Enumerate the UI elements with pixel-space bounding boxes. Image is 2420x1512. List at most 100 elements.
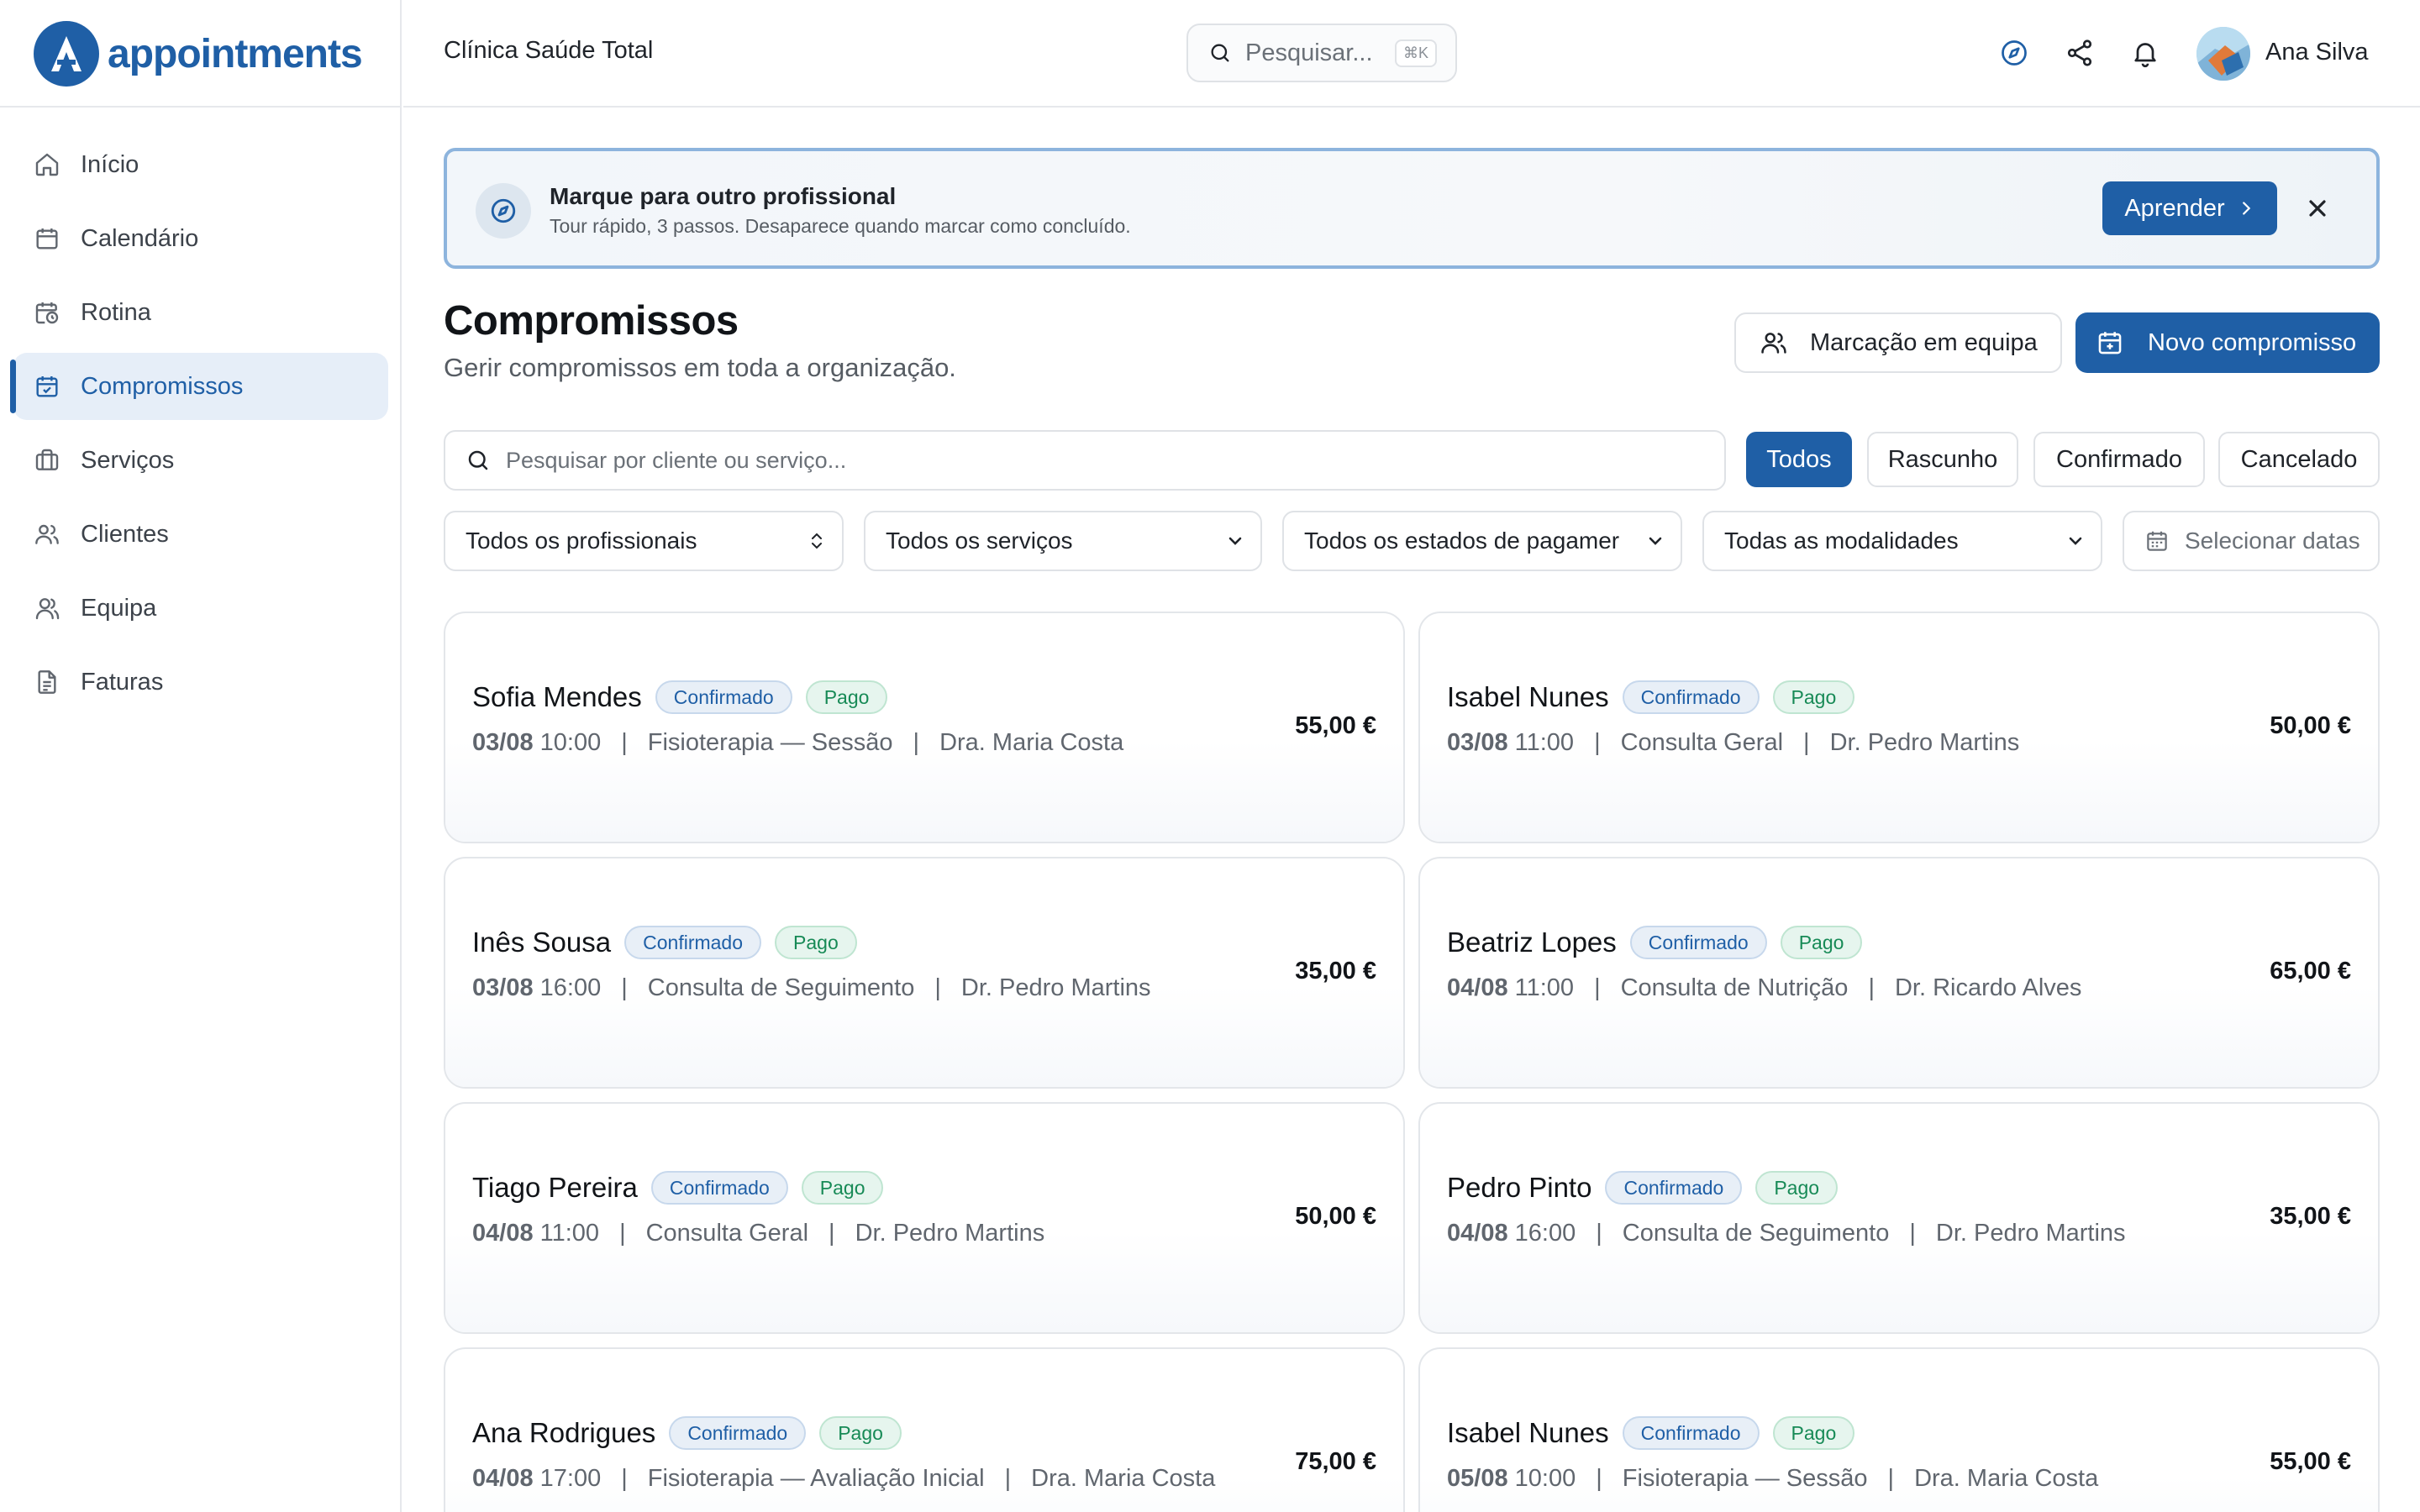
calendar-icon xyxy=(2147,531,2167,551)
chevron-down-icon xyxy=(2069,537,2082,545)
document-icon xyxy=(38,670,56,694)
chevron-down-icon xyxy=(1228,537,1242,545)
global-search[interactable]: Pesquisar... ⌘K xyxy=(1186,24,1457,82)
appointment-card[interactable]: Isabel Nunes Confirmado Pago 05/08 10:00… xyxy=(1418,1347,2380,1512)
separator: | xyxy=(621,974,628,1001)
sidebar-item-servicos[interactable]: Serviços xyxy=(13,427,388,494)
date-range-picker[interactable]: Selecionar datas xyxy=(2123,511,2380,571)
appointment-card[interactable]: Inês Sousa Confirmado Pago 03/08 16:00 |… xyxy=(444,857,1405,1089)
status-badge: Confirmado xyxy=(669,1416,807,1450)
sidebar-item-faturas[interactable]: Faturas xyxy=(13,648,388,716)
sidebar-item-inicio[interactable]: Início xyxy=(13,131,388,198)
appointment-date: 05/08 xyxy=(1447,1465,1508,1492)
clinic-name[interactable]: Clínica Saúde Total xyxy=(444,37,653,65)
share-icon[interactable] xyxy=(2064,37,2096,69)
appointment-price: 50,00 € xyxy=(2270,712,2351,739)
service-name: Fisioterapia — Avaliação Inicial xyxy=(647,1465,985,1492)
payment-badge: Pago xyxy=(801,1171,884,1205)
tour-banner: Marque para outro profissional Tour rápi… xyxy=(444,148,2380,269)
new-appointment-button[interactable]: Novo compromisso xyxy=(2075,312,2380,373)
logo-text: appointments xyxy=(108,31,363,76)
appointment-date: 04/08 xyxy=(472,1220,534,1247)
separator: | xyxy=(619,1220,626,1247)
client-name: Sofia Mendes xyxy=(472,681,642,712)
separator: | xyxy=(934,974,941,1001)
appointment-card[interactable]: Tiago Pereira Confirmado Pago 04/08 11:0… xyxy=(444,1102,1405,1334)
users-icon xyxy=(35,524,59,544)
status-chip-rascunho[interactable]: Rascunho xyxy=(1867,432,2018,487)
client-name: Beatriz Lopes xyxy=(1447,927,1617,958)
sidebar-nav: Início Calendário Rotina Compromissos Se… xyxy=(10,131,388,722)
sidebar-item-label: Calendário xyxy=(81,224,199,252)
sidebar: appointments Início Calendário Rotina Co… xyxy=(0,0,402,1512)
banner-title: Marque para outro profissional xyxy=(550,183,897,209)
page-title: Compromissos xyxy=(444,298,739,344)
appointment-card[interactable]: Sofia Mendes Confirmado Pago 03/08 10:00… xyxy=(444,612,1405,843)
professional-name: Dr. Pedro Martins xyxy=(960,974,1151,1001)
appointment-price: 55,00 € xyxy=(1295,712,1376,739)
team-icon xyxy=(35,598,60,620)
separator: | xyxy=(1803,729,1810,756)
search-icon xyxy=(468,450,488,470)
professionals-filter-value: Todos os profissionais xyxy=(466,528,697,554)
client-name: Inês Sousa xyxy=(472,927,612,958)
status-chip-todos[interactable]: Todos xyxy=(1746,432,1852,487)
appointment-price: 35,00 € xyxy=(2270,1203,2351,1230)
sidebar-item-equipa[interactable]: Equipa xyxy=(13,575,388,642)
bell-icon[interactable] xyxy=(2129,37,2161,69)
appointment-search[interactable] xyxy=(444,430,1726,491)
professional-name: Dra. Maria Costa xyxy=(939,729,1124,756)
appointment-card[interactable]: Pedro Pinto Confirmado Pago 04/08 16:00 … xyxy=(1418,1102,2380,1334)
appointment-time: 11:00 xyxy=(539,1220,600,1247)
payment-state-filter[interactable]: Todos os estados de pagamer xyxy=(1282,511,1682,571)
modality-filter[interactable]: Todas as modalidades xyxy=(1702,511,2102,571)
payment-badge: Pago xyxy=(1772,680,1855,714)
appointment-card[interactable]: Isabel Nunes Confirmado Pago 03/08 11:00… xyxy=(1418,612,2380,843)
service-name: Consulta de Seguimento xyxy=(647,974,915,1001)
calendar-icon xyxy=(36,228,58,249)
separator: | xyxy=(621,1465,628,1492)
client-name: Ana Rodrigues xyxy=(472,1417,656,1448)
sidebar-item-clientes[interactable]: Clientes xyxy=(13,501,388,568)
compass-icon[interactable] xyxy=(1998,37,2030,69)
learn-button-label: Aprender xyxy=(2124,194,2225,222)
appointment-card[interactable]: Ana Rodrigues Confirmado Pago 04/08 17:0… xyxy=(444,1347,1405,1512)
chevron-down-icon xyxy=(1649,537,1662,545)
modality-filter-value: Todas as modalidades xyxy=(1724,528,1959,554)
appointment-price: 35,00 € xyxy=(1295,958,1376,984)
service-name: Fisioterapia — Sessão xyxy=(647,729,893,756)
separator: | xyxy=(1004,1465,1012,1492)
compass-icon xyxy=(476,183,531,239)
status-chip-cancelado[interactable]: Cancelado xyxy=(2218,432,2380,487)
sidebar-item-label: Equipa xyxy=(81,594,157,622)
sidebar-item-calendario[interactable]: Calendário xyxy=(13,205,388,272)
home-icon xyxy=(35,153,59,176)
payment-badge: Pago xyxy=(1780,926,1863,959)
logo[interactable]: appointments xyxy=(34,20,363,87)
calendar-check-icon xyxy=(36,376,58,397)
professionals-filter[interactable]: Todos os profissionais xyxy=(444,511,844,571)
status-chip-confirmado[interactable]: Confirmado xyxy=(2033,432,2205,487)
appointment-time: 17:00 xyxy=(539,1465,602,1492)
client-name: Isabel Nunes xyxy=(1447,681,1609,712)
page-subtitle: Gerir compromissos em toda a organização… xyxy=(444,353,956,382)
sidebar-item-label: Faturas xyxy=(81,668,164,696)
appointment-search-input[interactable] xyxy=(506,447,1682,474)
user-name[interactable]: Ana Silva xyxy=(2265,39,2369,66)
professional-name: Dra. Maria Costa xyxy=(1914,1465,2099,1492)
services-filter[interactable]: Todos os serviços xyxy=(864,511,1262,571)
separator: | xyxy=(913,729,920,756)
payment-badge: Pago xyxy=(775,926,857,959)
close-icon[interactable] xyxy=(2304,195,2331,222)
avatar[interactable] xyxy=(2196,27,2250,81)
appointment-card[interactable]: Beatriz Lopes Confirmado Pago 04/08 11:0… xyxy=(1418,857,2380,1089)
status-badge: Confirmado xyxy=(655,680,792,714)
sidebar-item-compromissos[interactable]: Compromissos xyxy=(10,353,388,420)
separator: | xyxy=(1596,1465,1602,1492)
sidebar-item-rotina[interactable]: Rotina xyxy=(13,279,388,346)
appointment-date: 04/08 xyxy=(1447,974,1508,1001)
learn-button[interactable]: Aprender xyxy=(2102,181,2277,235)
payment-badge: Pago xyxy=(819,1416,902,1450)
separator: | xyxy=(621,729,628,756)
team-booking-button[interactable]: Marcação em equipa xyxy=(1734,312,2062,373)
